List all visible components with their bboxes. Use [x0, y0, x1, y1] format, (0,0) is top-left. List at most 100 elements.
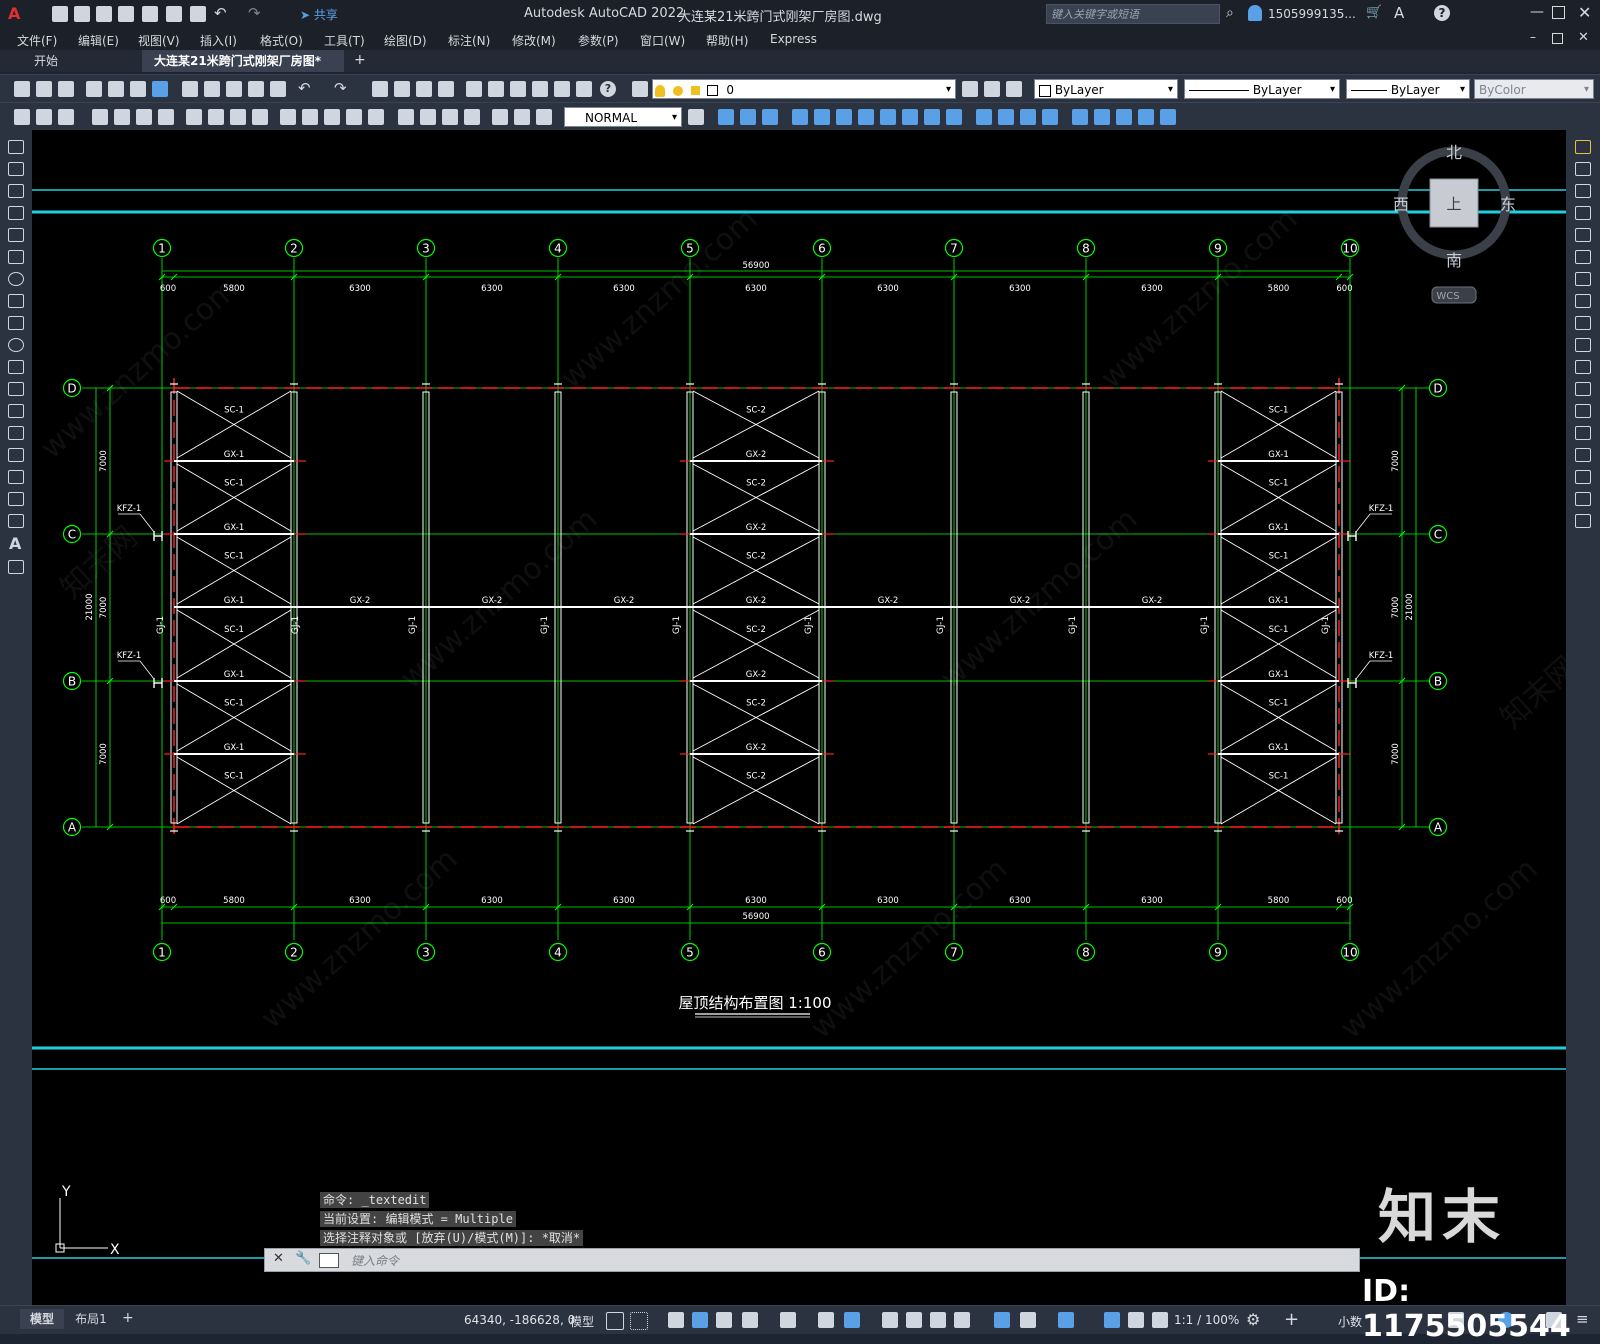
layer-previous-icon[interactable]: [984, 81, 1000, 97]
layer-properties-icon[interactable]: [632, 81, 648, 97]
3d-mirror-icon[interactable]: [1020, 109, 1036, 125]
selection-filter-icon[interactable]: [1020, 1312, 1036, 1328]
continue-dim-icon[interactable]: [324, 109, 340, 125]
diameter-dim-icon[interactable]: [230, 109, 246, 125]
cart-icon[interactable]: 🛒: [1366, 5, 1382, 20]
region-icon[interactable]: [8, 492, 24, 506]
cut-icon[interactable]: [182, 81, 198, 97]
maximize-icon[interactable]: [1552, 6, 1565, 19]
construction-line-icon[interactable]: [8, 162, 24, 176]
dim-style-icon[interactable]: [688, 109, 704, 125]
save-web-icon[interactable]: [166, 6, 182, 22]
design-center-icon[interactable]: [488, 81, 504, 97]
make-block-icon[interactable]: [8, 404, 24, 418]
3d-rotate-icon[interactable]: [976, 109, 992, 125]
block-editor-icon[interactable]: [270, 81, 286, 97]
undo-icon[interactable]: ↶: [214, 4, 227, 22]
toolbar-undo-icon[interactable]: ↶: [298, 79, 311, 97]
blend-icon[interactable]: [1575, 492, 1591, 506]
command-recent-icon[interactable]: [319, 1253, 339, 1268]
quick-dim-icon[interactable]: [280, 109, 296, 125]
polyline-icon[interactable]: [8, 184, 24, 198]
menu-window[interactable]: 窗口(W): [640, 32, 685, 49]
array-icon[interactable]: [1575, 228, 1591, 242]
match-properties-icon[interactable]: [248, 81, 264, 97]
tab-drawing[interactable]: 大连某21米跨门式刚架厂房图*: [142, 50, 344, 72]
3d-fillet-icon[interactable]: [1072, 109, 1088, 125]
ortho-icon[interactable]: [716, 1312, 732, 1328]
lineweight-dropdown[interactable]: ByLayer ▾: [1346, 79, 1470, 99]
tab-layout1[interactable]: 布局1: [68, 1309, 114, 1329]
annotation-monitor-icon[interactable]: +: [1284, 1309, 1299, 1330]
save-icon[interactable]: [96, 6, 112, 22]
dim-text-edit-icon[interactable]: [514, 109, 530, 125]
annotation-visibility-icon[interactable]: [1104, 1312, 1120, 1328]
3d-imprint-icon[interactable]: [1138, 109, 1154, 125]
3d-array-icon[interactable]: [1042, 109, 1058, 125]
menu-modify[interactable]: 修改(M): [512, 32, 556, 49]
new-tab-button[interactable]: +: [354, 52, 366, 68]
selection-cycling-icon[interactable]: [930, 1312, 946, 1328]
modify-copy-icon[interactable]: [1575, 162, 1591, 176]
3d-loft-icon[interactable]: [858, 109, 874, 125]
auto-scale-icon[interactable]: [1128, 1312, 1144, 1328]
markup-icon[interactable]: [554, 81, 570, 97]
dim-edit-icon[interactable]: [492, 109, 508, 125]
3d-revolve-icon[interactable]: [814, 109, 830, 125]
make-current-icon[interactable]: [962, 81, 978, 97]
viewcube[interactable]: 上 北 南 西 东 WCS: [1393, 143, 1516, 304]
zoom-realtime-icon[interactable]: [394, 81, 410, 97]
scale-icon[interactable]: [1575, 294, 1591, 308]
transparency-icon[interactable]: [906, 1312, 922, 1328]
3d-subtract-icon[interactable]: [762, 109, 778, 125]
explode-icon[interactable]: [1575, 514, 1591, 528]
tool-palettes-icon[interactable]: [510, 81, 526, 97]
grid-icon[interactable]: [606, 1312, 624, 1330]
revision-cloud-icon[interactable]: [8, 294, 24, 308]
linetype-dropdown[interactable]: ByLayer ▾: [1184, 79, 1340, 99]
circle-icon[interactable]: [8, 272, 24, 286]
3d-slice-icon[interactable]: [902, 109, 918, 125]
line-tool-icon[interactable]: [8, 140, 24, 154]
polygon-icon[interactable]: [8, 206, 24, 220]
3d-print-icon[interactable]: [152, 81, 168, 97]
move-icon[interactable]: [1575, 250, 1591, 264]
print-preview-icon[interactable]: [108, 81, 124, 97]
jogged-dim-icon[interactable]: [208, 109, 224, 125]
close-icon[interactable]: ✕: [1578, 3, 1591, 22]
menu-express[interactable]: Express: [770, 32, 817, 46]
open-web-icon[interactable]: [142, 6, 158, 22]
user-name[interactable]: 1505999135...: [1268, 7, 1356, 21]
menu-format[interactable]: 格式(O): [260, 32, 303, 49]
draw-order-icon[interactable]: [36, 109, 52, 125]
point-icon[interactable]: [8, 426, 24, 440]
table-icon[interactable]: [8, 514, 24, 528]
coordinates-readout[interactable]: 64340, -186628, 0: [464, 1313, 575, 1327]
save-as-icon[interactable]: [118, 6, 134, 22]
3d-section-icon[interactable]: [924, 109, 940, 125]
group-icon[interactable]: [58, 109, 74, 125]
zoom-window-icon[interactable]: [416, 81, 432, 97]
toolbar-help-icon[interactable]: ?: [600, 81, 616, 97]
search-input[interactable]: 键入关键字或短语: [1046, 4, 1220, 24]
stretch-icon[interactable]: [1575, 316, 1591, 330]
drawing-svg[interactable]: 1122334455667788991010600 5800 6300 6300 630…: [32, 130, 1566, 1305]
color-dropdown[interactable]: ByLayer ▾: [1034, 79, 1178, 99]
toolbar-redo-icon[interactable]: ↷: [334, 79, 347, 97]
snap-icon[interactable]: [630, 1312, 648, 1330]
3d-thicken-icon[interactable]: [1160, 109, 1176, 125]
dynamic-input-icon[interactable]: [692, 1312, 708, 1328]
layer-dropdown[interactable]: 0 ▾: [652, 79, 956, 99]
layer-states-icon[interactable]: [1006, 81, 1022, 97]
jogged-linear-icon[interactable]: [464, 109, 480, 125]
workspace-gear-icon[interactable]: ⚙: [1246, 1310, 1260, 1329]
zoom-previous-icon[interactable]: [438, 81, 454, 97]
break-at-point-icon[interactable]: [1575, 382, 1591, 396]
add-selected-icon[interactable]: [8, 560, 24, 574]
search-icon[interactable]: ⌕: [1226, 5, 1234, 21]
3d-extrude-icon[interactable]: [792, 109, 808, 125]
object-snap-tracking-icon[interactable]: [818, 1312, 834, 1328]
publish-icon[interactable]: [130, 81, 146, 97]
3d-shell-icon[interactable]: [1116, 109, 1132, 125]
menu-tools[interactable]: 工具(T): [324, 32, 365, 49]
